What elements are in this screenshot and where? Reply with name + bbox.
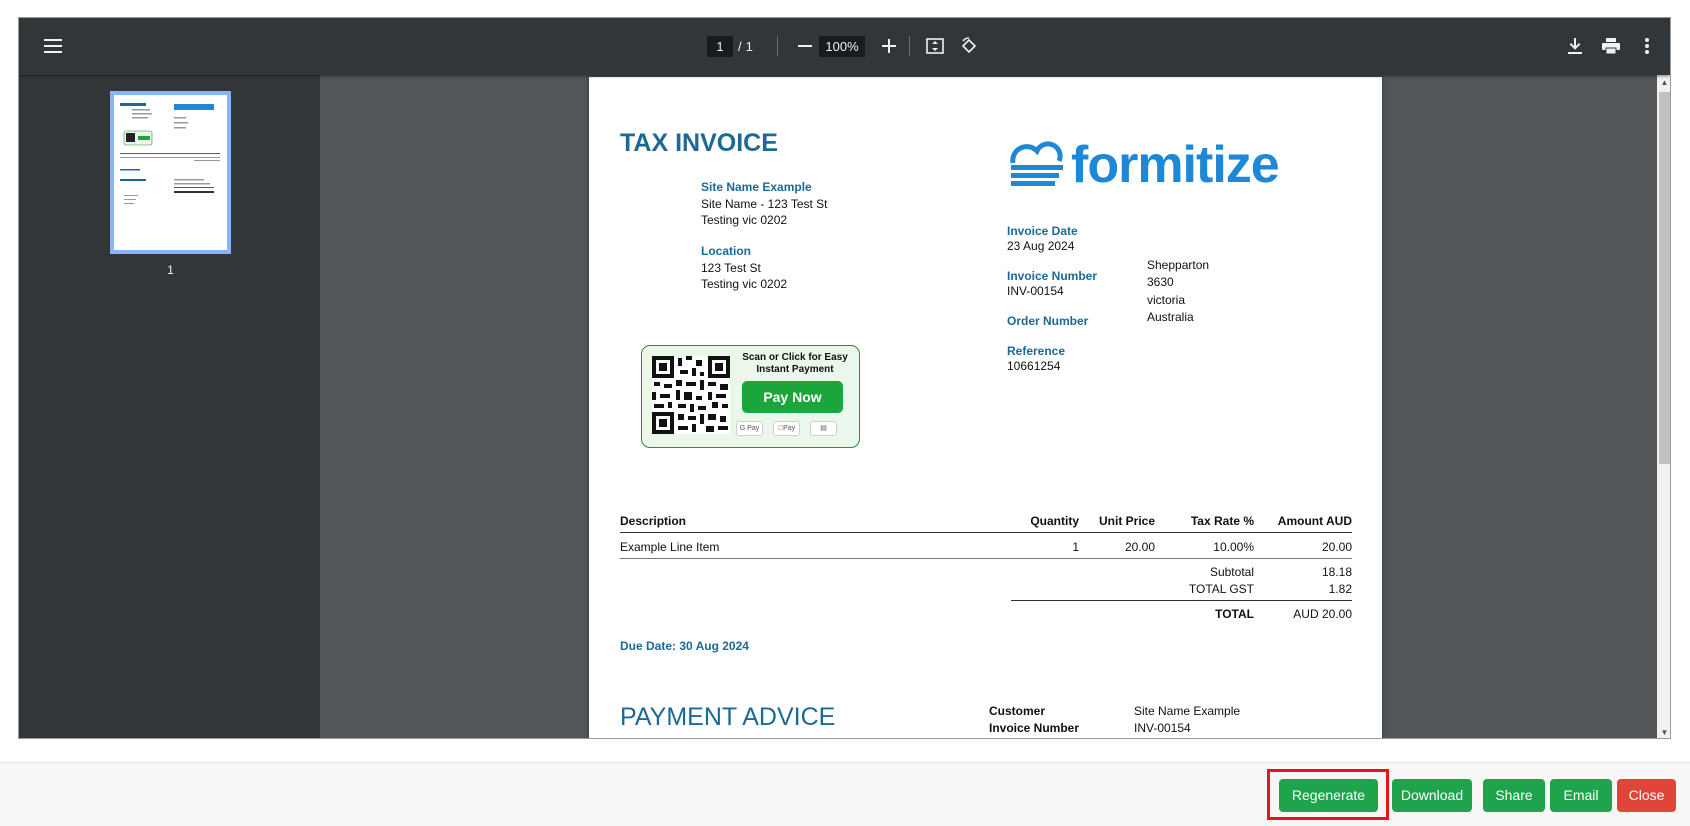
row-unit-price: 20.00: [1124, 540, 1155, 554]
total-value: AUD 20.00: [1293, 607, 1352, 621]
toolbar-divider: [909, 36, 910, 56]
row-quantity: 1: [1072, 540, 1079, 554]
scrollbar-thumb[interactable]: [1659, 92, 1670, 464]
location-line1: 123 Test St: [701, 261, 761, 275]
card-pay-icon: ▤: [810, 421, 837, 436]
thumbnail-page-number: 1: [167, 263, 174, 277]
location-line2: Testing vic 0202: [701, 277, 788, 291]
invoice-number-label: Invoice Number: [1007, 269, 1098, 283]
vertical-scrollbar[interactable]: ▲ ▼: [1657, 75, 1670, 738]
payment-qr-panel[interactable]: Scan or Click for Easy Instant Payment P…: [641, 345, 860, 448]
fit-page-icon[interactable]: [923, 34, 947, 58]
subtotal-value: 18.18: [1321, 565, 1352, 579]
site-name-label: Site Name Example: [701, 180, 812, 194]
col-tax-rate: Tax Rate %: [1190, 514, 1254, 528]
download-icon[interactable]: [1563, 34, 1587, 58]
email-button[interactable]: Email: [1550, 779, 1612, 812]
table-row-rule: [620, 558, 1352, 559]
print-icon[interactable]: [1599, 34, 1623, 58]
scroll-up-arrow-icon[interactable]: ▲: [1657, 75, 1670, 90]
close-button[interactable]: Close: [1617, 779, 1676, 812]
qr-code-icon[interactable]: [652, 356, 730, 434]
total-rule: [1011, 600, 1352, 601]
location-label: Location: [701, 244, 751, 258]
row-amount: 20.00: [1321, 540, 1352, 554]
toolbar-divider: [777, 36, 778, 56]
total-label: TOTAL: [1215, 607, 1254, 621]
gst-value: 1.82: [1328, 582, 1352, 596]
rotate-icon[interactable]: [957, 34, 981, 58]
order-number-label: Order Number: [1007, 314, 1089, 328]
zoom-level-input[interactable]: 100%: [819, 36, 865, 57]
invoice-date: 23 Aug 2024: [1007, 239, 1075, 253]
payment-advice-title: PAYMENT ADVICE: [620, 703, 836, 731]
zoom-out-button[interactable]: [793, 34, 817, 58]
table-header-rule: [620, 532, 1352, 533]
address-line4: Australia: [1147, 310, 1194, 324]
pa-invoice-label: Invoice Number: [989, 721, 1080, 735]
pa-customer-value: Site Name Example: [1134, 704, 1241, 718]
due-date: Due Date: 30 Aug 2024: [620, 639, 749, 653]
col-quantity: Quantity: [1030, 514, 1079, 528]
page-total: /1: [738, 39, 753, 54]
address-line1: Shepparton: [1147, 258, 1210, 272]
reference-label: Reference: [1007, 344, 1066, 358]
thumbnail-preview: [120, 103, 220, 204]
zoom-in-button[interactable]: [877, 34, 901, 58]
pay-now-button[interactable]: Pay Now: [742, 381, 843, 413]
address-line2: 3630: [1147, 275, 1174, 289]
subtotal-label: Subtotal: [1209, 565, 1254, 579]
formitize-logo: formitize: [1009, 137, 1309, 193]
page-thumbnail[interactable]: [110, 91, 231, 254]
col-description: Description: [620, 514, 687, 528]
invoice-number: INV-00154: [1007, 284, 1064, 298]
scroll-down-arrow-icon[interactable]: ▼: [1657, 725, 1670, 738]
logo-text: formitize: [1071, 136, 1280, 194]
invoice-page: TAX INVOICE formitize Site Name Example …: [589, 77, 1382, 738]
site-address-line1: Site Name - 123 Test St: [701, 197, 828, 211]
site-address-line2: Testing vic 0202: [701, 213, 788, 227]
pdf-viewer: 1 /1 100% 1 TAX INVOICE formitize Site N…: [18, 17, 1671, 739]
pa-customer-label: Customer: [989, 704, 1046, 718]
reference-value: 10661254: [1007, 359, 1061, 373]
row-description: Example Line Item: [620, 540, 720, 554]
gst-label: TOTAL GST: [1188, 582, 1254, 596]
thumbnail-sidebar: 1: [19, 75, 320, 738]
more-options-icon[interactable]: [1635, 34, 1659, 58]
cloud-logo-icon: [1010, 141, 1063, 186]
google-pay-icon: G Pay: [736, 421, 763, 436]
share-button[interactable]: Share: [1483, 779, 1545, 812]
pdf-toolbar: 1 /1 100%: [19, 18, 1670, 75]
pa-invoice-value: INV-00154: [1134, 721, 1191, 735]
row-tax-rate: 10.00%: [1213, 540, 1254, 554]
invoice-title: TAX INVOICE: [620, 129, 778, 157]
download-button[interactable]: Download: [1392, 779, 1472, 812]
regenerate-button[interactable]: Regenerate: [1279, 779, 1378, 812]
invoice-date-label: Invoice Date: [1007, 224, 1078, 238]
address-line3: victoria: [1147, 293, 1186, 307]
page-number-input[interactable]: 1: [707, 36, 733, 57]
apple-pay-icon: Pay: [773, 421, 800, 436]
menu-icon[interactable]: [41, 34, 65, 58]
col-unit-price: Unit Price: [1098, 514, 1155, 528]
col-amount: Amount AUD: [1277, 514, 1352, 528]
document-area: TAX INVOICE formitize Site Name Example …: [320, 75, 1670, 738]
pay-caption: Scan or Click for Easy Instant Payment: [742, 352, 848, 375]
